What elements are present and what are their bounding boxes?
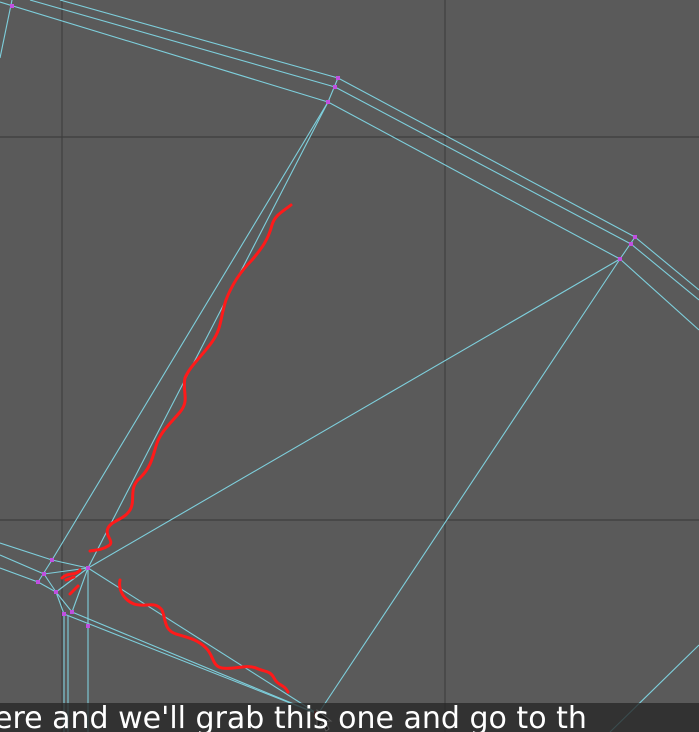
mesh-edge[interactable]	[51, 101, 329, 561]
annotation-hook	[60, 568, 82, 596]
mesh-edge[interactable]	[55, 591, 65, 615]
subtitle-caption-bar: ere and we'll grab this one and go to th	[0, 703, 699, 732]
mesh-vertex[interactable]	[70, 610, 74, 614]
mesh-vertex[interactable]	[629, 242, 633, 246]
mesh-edge[interactable]	[0, 567, 39, 583]
annotation-strokes	[60, 203, 293, 694]
mesh-edge[interactable]	[0, 0, 13, 59]
mesh-vertex[interactable]	[42, 572, 46, 576]
mesh-vertex[interactable]	[633, 235, 637, 239]
mesh-wireframe[interactable]	[0, 0, 699, 732]
mesh-edge[interactable]	[327, 101, 621, 260]
mesh-edge[interactable]	[0, 1, 329, 103]
mesh-vertex[interactable]	[333, 85, 337, 89]
mesh-edge[interactable]	[334, 86, 632, 245]
mesh-edge[interactable]	[59, 0, 339, 79]
mesh-vertex[interactable]	[86, 624, 90, 628]
mesh-vertex[interactable]	[326, 100, 330, 104]
mesh-edge[interactable]	[337, 77, 636, 238]
mesh-edge[interactable]	[43, 573, 57, 593]
mesh-vertex[interactable]	[50, 558, 54, 562]
mesh-edge[interactable]	[51, 559, 89, 569]
annotation-squiggle-upper	[88, 203, 293, 553]
mesh-vertex[interactable]	[618, 257, 622, 261]
mesh-vertex[interactable]	[86, 566, 90, 570]
mesh-edge[interactable]	[630, 243, 699, 301]
mesh-vertex[interactable]	[36, 580, 40, 584]
viewport-grid	[0, 0, 699, 732]
mesh-edge[interactable]	[317, 258, 621, 715]
mesh-edge[interactable]	[71, 611, 319, 715]
mesh-edge[interactable]	[634, 236, 699, 291]
mesh-edge[interactable]	[0, 554, 45, 575]
mesh-edge[interactable]	[619, 258, 699, 331]
annotation-squiggle-lower	[118, 578, 290, 694]
mesh-vertex[interactable]	[336, 76, 340, 80]
subtitle-caption-text: ere and we'll grab this one and go to th	[0, 703, 587, 732]
mesh-edge[interactable]	[29, 0, 336, 88]
mesh-edge[interactable]	[0, 542, 53, 561]
mesh-vertex[interactable]	[10, 4, 14, 8]
mesh-edge[interactable]	[63, 613, 319, 715]
mesh-vertex[interactable]	[62, 612, 66, 616]
mesh-edge[interactable]	[87, 567, 319, 715]
mesh-edge[interactable]	[37, 559, 53, 583]
mesh-edge[interactable]	[327, 77, 339, 103]
modeling-viewport[interactable]	[0, 0, 699, 732]
mesh-vertex[interactable]	[54, 590, 58, 594]
mesh-edge[interactable]	[619, 236, 636, 260]
